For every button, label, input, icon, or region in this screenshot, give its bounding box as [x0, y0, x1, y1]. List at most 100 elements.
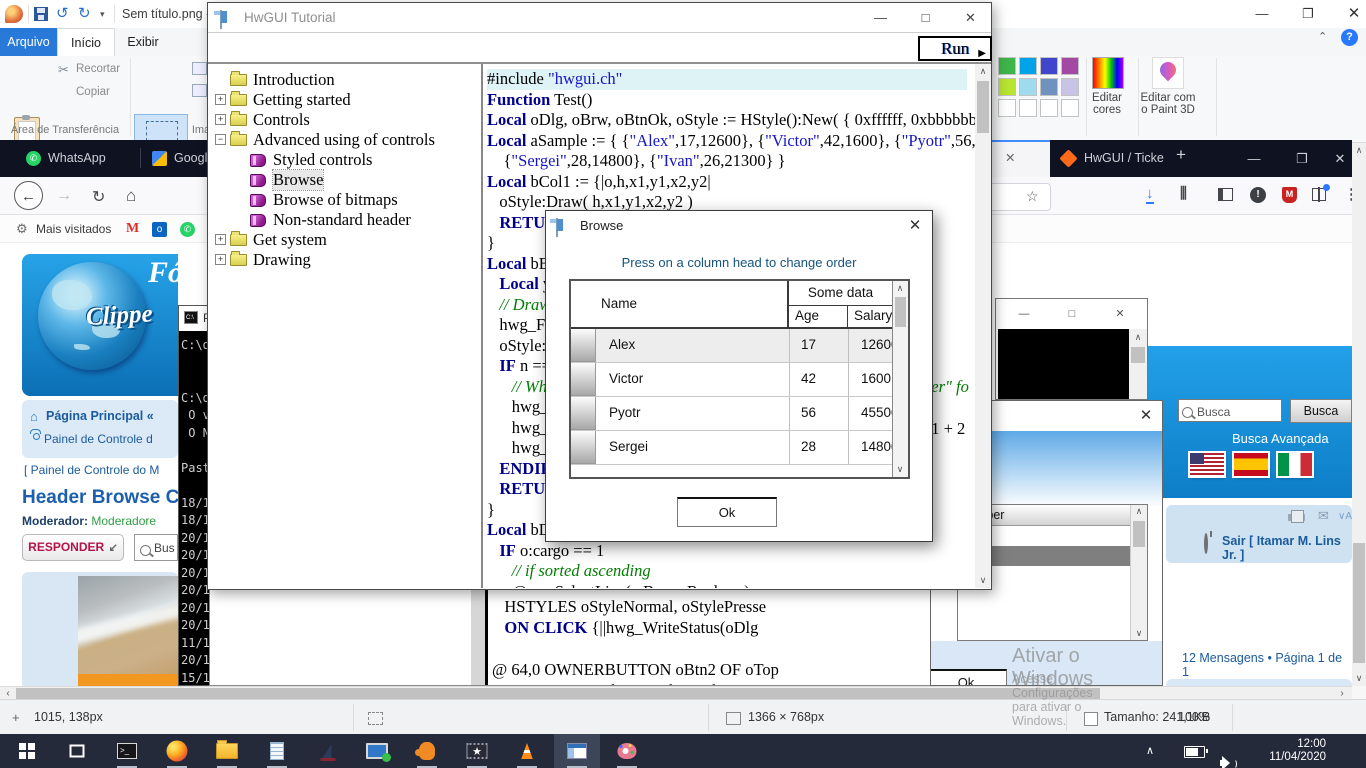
scroll-up-icon[interactable]: ∧ — [1129, 332, 1147, 343]
overflow-menu-icon[interactable]: ⋮ — [1344, 185, 1352, 203]
row-header[interactable] — [571, 329, 596, 362]
column-header-salary[interactable]: Salary — [848, 306, 892, 329]
browser-minimize-button[interactable]: — — [1234, 140, 1274, 177]
scroll-thumb[interactable] — [895, 297, 906, 327]
color-swatch[interactable] — [998, 57, 1016, 75]
table-row[interactable]: Alex1712600 — [571, 329, 892, 363]
breadcrumb[interactable]: [ Painel de Controle do M — [24, 463, 159, 477]
scroll-down-icon[interactable]: ∨ — [1352, 673, 1366, 684]
color-swatch[interactable] — [1019, 99, 1037, 117]
tree-item-styled-controls[interactable]: Styled controls — [209, 150, 481, 170]
color-swatch[interactable] — [998, 99, 1016, 117]
color-swatch[interactable] — [1040, 78, 1058, 96]
tab-exibir[interactable]: Exibir — [115, 28, 171, 56]
cut-icon[interactable]: ✂ — [58, 62, 69, 78]
taskbar-video-button[interactable]: ★ — [454, 734, 500, 768]
browse-dialog-close-icon[interactable]: ✕ — [904, 217, 926, 235]
taskbar-taskview-button[interactable] — [54, 734, 100, 768]
tab-inicio[interactable]: Início — [57, 28, 115, 56]
new-tab-button[interactable]: + — [1176, 145, 1186, 165]
bookmark-star-icon[interactable]: ☆ — [1026, 188, 1039, 205]
taskbar-vlc-button[interactable] — [504, 734, 550, 768]
paint-maximize-button[interactable]: ❐ — [1286, 0, 1330, 28]
expand-icon[interactable]: + — [215, 234, 226, 245]
paint-hscrollbar[interactable]: ‹ › — [0, 686, 1352, 699]
run-button[interactable]: Run▶ — [918, 36, 992, 61]
tray-chevron-icon[interactable]: ∧ — [1146, 744, 1154, 757]
taskbar-boat-button[interactable] — [304, 734, 350, 768]
browse-dialog-titlebar[interactable]: Browse ✕ — [546, 211, 932, 241]
color-swatch[interactable] — [1019, 57, 1037, 75]
taskbar-explorer-button[interactable] — [204, 734, 250, 768]
cut-label[interactable]: Recortar — [76, 63, 120, 75]
row-header[interactable] — [571, 397, 596, 430]
library-icon[interactable]: ⫼ — [1180, 185, 1188, 202]
back-button[interactable]: ← — [14, 181, 43, 210]
scroll-up-icon[interactable]: ∧ — [893, 283, 907, 294]
number-dialog-ok-button[interactable]: Ok — [930, 669, 1007, 686]
resize-icon[interactable] — [192, 84, 207, 97]
maximize-icon[interactable]: □ — [1062, 306, 1082, 322]
tree-item-getting-started[interactable]: +Getting started — [209, 90, 481, 110]
tutorial-close-button[interactable]: ✕ — [948, 3, 993, 33]
edit-colors-label[interactable]: Editar cores — [1080, 92, 1134, 116]
color-swatch[interactable] — [1061, 57, 1079, 75]
help-icon[interactable]: ? — [1341, 29, 1358, 46]
taskbar-paint-button[interactable] — [604, 734, 650, 768]
topic-search-box[interactable]: Bus — [134, 534, 178, 561]
scroll-up-icon[interactable]: ∧ — [1131, 506, 1147, 517]
expand-icon[interactable]: + — [215, 94, 226, 105]
battery-icon[interactable] — [1184, 746, 1205, 758]
downloads-icon[interactable]: ↓ — [1146, 185, 1154, 204]
tree-item-non-standard-header[interactable]: Non-standard header — [209, 210, 481, 230]
redo-icon[interactable]: ↻ — [78, 6, 91, 21]
tree-item-browse[interactable]: Browse — [209, 170, 481, 190]
row-header[interactable] — [571, 431, 596, 464]
taskbar-pc-button[interactable] — [354, 734, 400, 768]
scroll-down-icon[interactable]: ∨ — [1131, 628, 1147, 639]
browser-maximize-button[interactable]: ❐ — [1282, 140, 1322, 177]
scroll-thumb[interactable] — [1133, 521, 1145, 547]
link-pagina-principal[interactable]: Página Principal « — [46, 409, 154, 423]
gmail-icon[interactable]: M — [126, 221, 139, 237]
save-icon[interactable] — [34, 7, 48, 21]
taskbar-hand-button[interactable] — [404, 734, 450, 768]
crop-icon[interactable] — [192, 62, 207, 75]
tree-item-advanced-using-of-controls[interactable]: −Advanced using of controls — [209, 130, 481, 150]
paint-close-button[interactable]: ✕ — [1332, 0, 1366, 28]
tab-close-icon[interactable]: ✕ — [1005, 151, 1015, 165]
paint-minimize-button[interactable]: — — [1240, 0, 1284, 28]
table-vscrollbar[interactable]: ∧ ∨ — [892, 281, 908, 477]
scroll-up-icon[interactable]: ∧ — [1352, 145, 1366, 156]
tutorial-minimize-button[interactable]: — — [858, 3, 903, 33]
color-swatch[interactable] — [1040, 57, 1058, 75]
copy-label[interactable]: Copiar — [76, 86, 110, 98]
expand-icon[interactable]: + — [215, 114, 226, 125]
code-vscrollbar[interactable]: ∧ ∨ — [975, 64, 991, 588]
taskbar-notepad-button[interactable] — [254, 734, 300, 768]
taskbar-hwgui-button[interactable] — [554, 734, 600, 768]
flag-us-icon[interactable] — [1190, 453, 1224, 476]
taskbar-firefox-button[interactable] — [154, 734, 200, 768]
logout-link[interactable]: Sair [ Itamar M. Lins Jr. ] — [1222, 534, 1352, 562]
tree-item-drawing[interactable]: +Drawing — [209, 250, 481, 270]
color-swatch[interactable] — [998, 78, 1016, 96]
browser-close-button[interactable]: ✕ — [1328, 140, 1352, 177]
minimize-icon[interactable]: — — [1014, 306, 1034, 322]
bookmark-mais-visitados[interactable]: Mais visitados — [36, 215, 111, 243]
extension-alert-icon[interactable]: ! — [1250, 187, 1266, 203]
tree-item-controls[interactable]: +Controls — [209, 110, 481, 130]
flag-es-icon[interactable] — [1234, 453, 1268, 476]
browse-ok-button[interactable]: Ok — [677, 497, 777, 527]
vscrollbar[interactable]: ∧ — [1129, 329, 1147, 399]
tree-item-introduction[interactable]: Introduction — [209, 70, 481, 90]
row-header[interactable] — [571, 363, 596, 396]
tab-hwgui-ticket[interactable]: HwGUI / Ticke — [1062, 144, 1164, 173]
color-swatch[interactable] — [1061, 99, 1079, 117]
scroll-down-icon[interactable]: ∨ — [893, 464, 907, 475]
whatsapp-bookmark-icon[interactable]: ✆ — [180, 222, 195, 237]
flag-it-icon[interactable] — [1278, 453, 1312, 476]
listbox-scrollbar[interactable]: ∧ ∨ — [1130, 505, 1147, 640]
close-icon[interactable]: ✕ — [1110, 306, 1130, 322]
tree-item-browse-of-bitmaps[interactable]: Browse of bitmaps — [209, 190, 481, 210]
